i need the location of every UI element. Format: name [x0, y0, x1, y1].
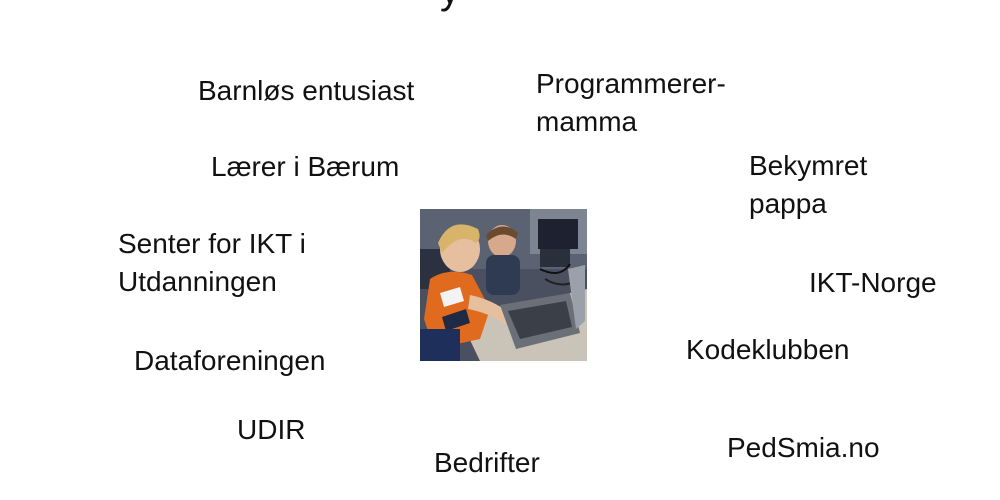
label-laerer-i-baerum: Lærer i Bærum — [211, 151, 400, 182]
label-programmerer-line1: Programmerer- — [536, 68, 726, 99]
label-kodeklubben: Kodeklubben — [686, 334, 850, 365]
label-bekymret-line1: Bekymret — [749, 150, 868, 181]
label-ikt-norge: IKT-Norge — [809, 267, 937, 298]
photo-icon — [420, 209, 587, 361]
label-dataforeningen: Dataforeningen — [134, 345, 326, 376]
label-udir: UDIR — [237, 414, 306, 445]
label-senter-line2: Utdanningen — [118, 266, 277, 297]
photo-kids-at-laptop — [420, 209, 587, 361]
label-barnlos-entusiast: Barnløs entusiast — [198, 75, 415, 106]
label-programmerer-mamma: Programmerer- mamma — [536, 65, 726, 141]
slide-title-fragment: y — [440, 0, 460, 10]
label-bekymret-pappa: Bekymret pappa — [749, 147, 867, 223]
slide: y Barnløs entusiast Programmerer- mamma … — [0, 0, 1000, 500]
label-bekymret-line2: pappa — [749, 188, 827, 219]
label-programmerer-line2: mamma — [536, 106, 638, 137]
label-senter-for-ikt: Senter for IKT i Utdanningen — [118, 225, 306, 301]
label-senter-line1: Senter for IKT i — [118, 228, 306, 259]
label-pedsmia: PedSmia.no — [727, 432, 880, 463]
label-bedrifter: Bedrifter — [434, 447, 540, 478]
